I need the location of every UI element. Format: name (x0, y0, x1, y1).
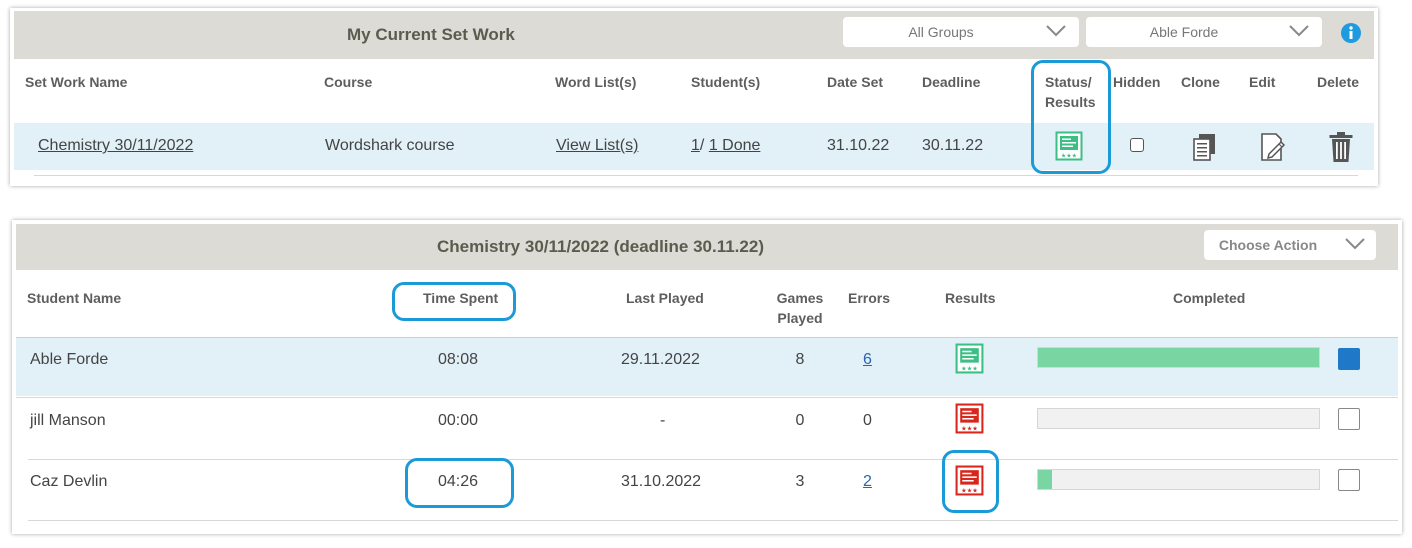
row-divider (28, 459, 1398, 460)
students-done-link[interactable]: 1 Done (709, 137, 761, 154)
set-work-name-link[interactable]: Chemistry 30/11/2022 (38, 137, 193, 155)
games-played-value: 3 (795, 473, 805, 490)
completed-progress-bar (1037, 408, 1320, 429)
select-student-checkbox[interactable] (1338, 408, 1360, 430)
info-icon[interactable] (1340, 22, 1362, 44)
results-icon-highlight (942, 450, 999, 513)
row-divider (16, 397, 1398, 398)
time-spent-value: 00:00 (438, 412, 479, 429)
date-set-value: 31.10.22 (827, 137, 890, 154)
svg-text:★★★: ★★★ (961, 425, 978, 432)
row-divider (34, 175, 1358, 176)
edit-icon[interactable] (1259, 132, 1287, 162)
col-deadline: Deadline (922, 74, 981, 90)
col-games-line1: Games (776, 290, 824, 306)
errors-link[interactable]: 6 (863, 351, 872, 369)
col-games-played: Games Played (770, 288, 830, 328)
row-divider (28, 520, 1398, 521)
students-cell: 1/ 1 Done (691, 137, 760, 155)
detail-header: Chemistry 30/11/2022 (deadline 30.11.22)… (16, 224, 1398, 270)
clone-icon[interactable] (1191, 132, 1219, 162)
deadline-value: 30.11.22 (922, 137, 984, 154)
col-last-played: Last Played (626, 290, 704, 306)
col-games-line2: Played (777, 310, 823, 326)
completed-progress-bar (1037, 347, 1320, 368)
col-student-name: Student Name (27, 290, 122, 306)
col-delete: Delete (1317, 74, 1360, 90)
results-report-icon[interactable]: ★★★ (955, 403, 984, 434)
progress-fill (1038, 348, 1319, 367)
last-played-value: 31.10.2022 (621, 473, 702, 490)
col-errors: Errors (848, 290, 891, 306)
detail-title: Chemistry 30/11/2022 (deadline 30.11.22) (437, 237, 764, 256)
students-sep: / (699, 137, 705, 154)
select-student-checkbox[interactable] (1338, 469, 1360, 491)
student-name[interactable]: Able Forde (30, 351, 108, 369)
choose-action-value: Choose Action (1218, 237, 1318, 253)
choose-action-dropdown[interactable]: Choose Action (1204, 230, 1376, 260)
detail-panel: Chemistry 30/11/2022 (deadline 30.11.22)… (12, 220, 1402, 534)
delete-trash-icon[interactable] (1328, 131, 1354, 163)
col-course: Course (324, 74, 373, 90)
course-value: Wordshark course (325, 137, 455, 154)
chevron-down-icon (1345, 238, 1365, 250)
student-dropdown[interactable]: Able Forde (1086, 17, 1322, 47)
col-set-work-name: Set Work Name (25, 74, 128, 90)
col-date-set: Date Set (827, 74, 884, 90)
col-students: Student(s) (691, 74, 761, 90)
time-spent-value-highlight (405, 458, 514, 508)
progress-fill (1038, 470, 1053, 489)
chevron-down-icon (1289, 25, 1309, 37)
groups-dropdown-value: All Groups (908, 24, 974, 40)
errors-link[interactable]: 2 (863, 473, 872, 491)
col-clone: Clone (1181, 74, 1220, 90)
student-name[interactable]: jill Manson (30, 412, 106, 430)
hidden-checkbox[interactable] (1130, 138, 1144, 152)
time-spent-value: 08:08 (438, 351, 479, 368)
student-name[interactable]: Caz Devlin (30, 473, 107, 491)
set-work-panel: My Current Set Work All Groups Able Ford… (10, 8, 1378, 186)
last-played-value: 29.11.2022 (621, 351, 700, 368)
set-work-title: My Current Set Work (347, 25, 515, 44)
student-dropdown-value: Able Forde (1149, 24, 1219, 40)
col-edit: Edit (1249, 74, 1276, 90)
status-results-highlight (1031, 60, 1111, 174)
students-count-link[interactable]: 1 (691, 137, 700, 154)
time-spent-header-highlight (392, 282, 516, 321)
completed-progress-bar (1037, 469, 1320, 490)
select-student-checkbox[interactable] (1338, 348, 1360, 370)
view-lists-link[interactable]: View List(s) (556, 137, 638, 155)
games-played-value: 8 (795, 351, 805, 368)
svg-text:★★★: ★★★ (961, 365, 978, 372)
results-report-icon[interactable]: ★★★ (955, 343, 984, 374)
col-hidden: Hidden (1113, 74, 1161, 90)
set-work-header: My Current Set Work All Groups Able Ford… (14, 11, 1374, 59)
col-results: Results (945, 290, 996, 306)
col-completed: Completed (1173, 290, 1246, 306)
games-played-value: 0 (795, 412, 805, 429)
last-played-value: - (660, 412, 666, 429)
chevron-down-icon (1046, 25, 1066, 37)
errors-value: 0 (863, 412, 872, 429)
groups-dropdown[interactable]: All Groups (843, 17, 1079, 47)
col-word-lists: Word List(s) (555, 74, 637, 90)
